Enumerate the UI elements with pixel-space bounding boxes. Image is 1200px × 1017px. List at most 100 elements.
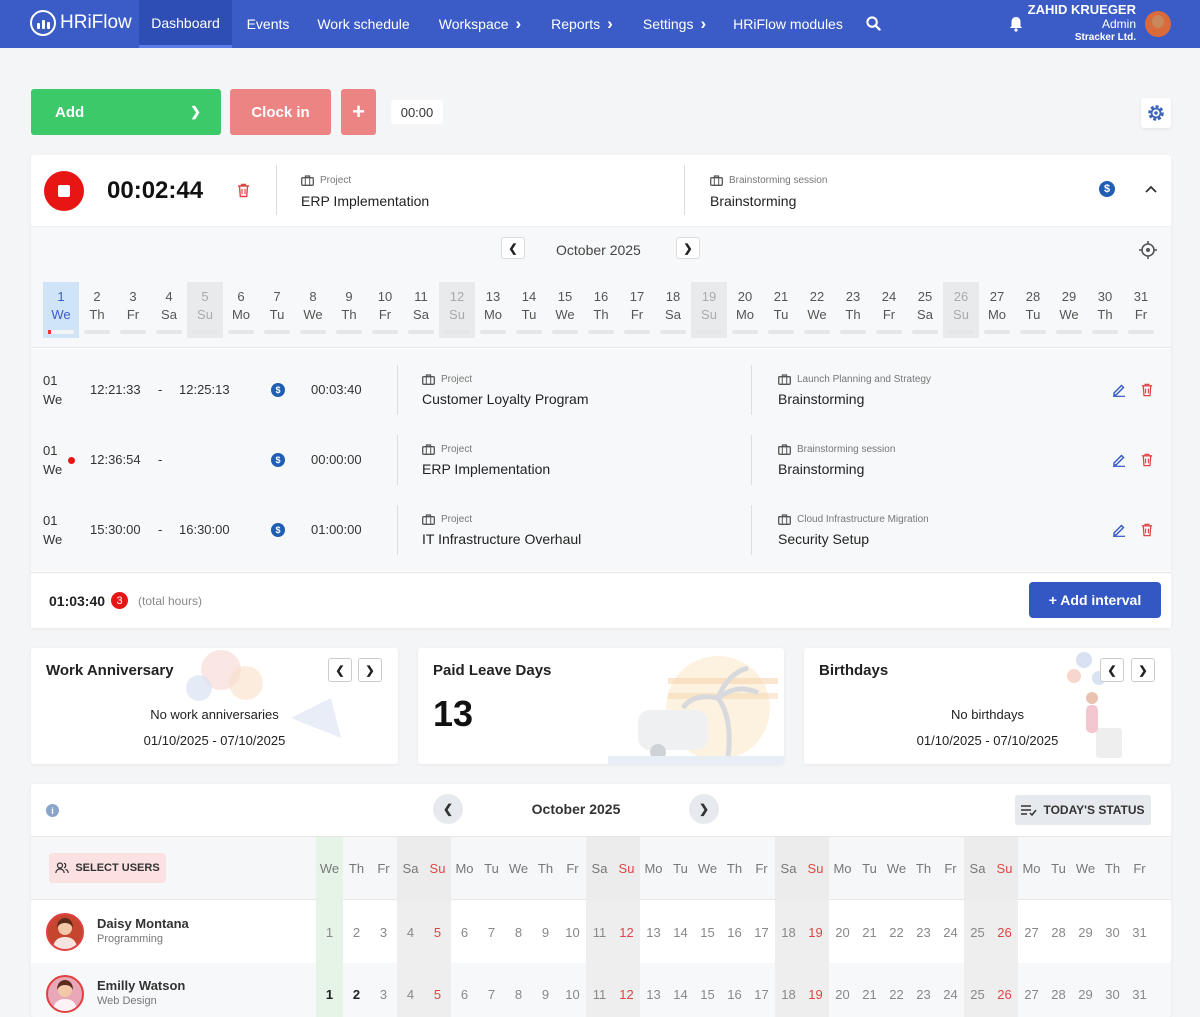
day-cell[interactable]: 25 Sa (907, 282, 943, 338)
team-grid-day-cell[interactable]: 30 (1099, 901, 1126, 963)
team-grid-day-cell[interactable]: 16 (721, 963, 748, 1017)
day-cell[interactable]: 12 Su (439, 282, 475, 338)
billable-icon[interactable]: $ (1099, 181, 1115, 197)
day-cell[interactable]: 24 Fr (871, 282, 907, 338)
team-grid-day-cell[interactable]: 21 (856, 963, 883, 1017)
team-grid-day-cell[interactable]: 13 (640, 901, 667, 963)
team-grid-day-cell[interactable]: 29 (1072, 963, 1099, 1017)
team-grid-day-cell[interactable]: 6 (451, 963, 478, 1017)
team-grid-day-cell[interactable]: 19 (802, 963, 829, 1017)
trash-icon[interactable] (1140, 453, 1154, 467)
team-grid-day-cell[interactable]: 26 (991, 963, 1018, 1017)
nav-item-settings[interactable]: Settings › (628, 0, 721, 48)
day-cell[interactable]: 3 Fr (115, 282, 151, 338)
day-cell[interactable]: 11 Sa (403, 282, 439, 338)
interval-end[interactable]: 12:25:13 (179, 382, 230, 397)
day-cell[interactable]: 1 We (43, 282, 79, 338)
team-grid-day-cell[interactable]: 2 (343, 963, 370, 1017)
day-cell[interactable]: 26 Su (943, 282, 979, 338)
interval-project[interactable]: Project IT Infrastructure Overhaul (422, 514, 581, 547)
team-grid-day-cell[interactable]: 3 (370, 901, 397, 963)
team-grid-day-cell[interactable]: 11 (586, 963, 613, 1017)
interval-project[interactable]: Project Customer Loyalty Program (422, 374, 589, 407)
user-avatar[interactable] (46, 975, 84, 1013)
prev-week-button[interactable]: ❮ (1100, 658, 1124, 682)
day-cell[interactable]: 6 Mo (223, 282, 259, 338)
team-grid-day-cell[interactable]: 25 (964, 963, 991, 1017)
team-grid-day-cell[interactable]: 18 (775, 963, 802, 1017)
team-grid-day-cell[interactable]: 11 (586, 901, 613, 963)
day-cell[interactable]: 4 Sa (151, 282, 187, 338)
team-grid-day-cell[interactable]: 8 (505, 963, 532, 1017)
team-grid-day-cell[interactable]: 10 (559, 901, 586, 963)
edit-icon[interactable] (1112, 383, 1126, 397)
day-cell[interactable]: 30 Th (1087, 282, 1123, 338)
todays-status-button[interactable]: TODAY'S STATUS (1015, 795, 1151, 825)
settings-button[interactable] (1141, 98, 1171, 128)
team-grid-day-cell[interactable]: 23 (910, 901, 937, 963)
day-cell[interactable]: 16 Th (583, 282, 619, 338)
billable-icon[interactable]: $ (271, 523, 285, 537)
team-grid-day-cell[interactable]: 12 (613, 963, 640, 1017)
next-week-button[interactable]: ❯ (358, 658, 382, 682)
interval-project[interactable]: Project ERP Implementation (422, 444, 550, 477)
team-grid-day-cell[interactable]: 27 (1018, 901, 1045, 963)
user-avatar[interactable] (46, 913, 84, 951)
team-grid-day-cell[interactable]: 13 (640, 963, 667, 1017)
day-cell[interactable]: 20 Mo (727, 282, 763, 338)
team-grid-day-cell[interactable]: 14 (667, 901, 694, 963)
interval-task[interactable]: Brainstorming session Brainstorming (778, 444, 895, 477)
team-grid-day-cell[interactable]: 20 (829, 963, 856, 1017)
team-grid-day-cell[interactable]: 9 (532, 963, 559, 1017)
team-grid-day-cell[interactable]: 3 (370, 963, 397, 1017)
prev-month-button[interactable]: ❮ (501, 237, 525, 259)
day-cell[interactable]: 31 Fr (1123, 282, 1159, 338)
team-grid-day-cell[interactable]: 4 (397, 901, 424, 963)
team-grid-day-cell[interactable]: 6 (451, 901, 478, 963)
add-interval-button[interactable]: + Add interval (1029, 582, 1161, 618)
nav-item-events[interactable]: Events (233, 0, 303, 48)
trash-icon[interactable] (237, 183, 250, 198)
interval-end[interactable]: 16:30:00 (179, 522, 230, 537)
nav-item-work-schedule[interactable]: Work schedule (303, 0, 424, 48)
day-cell[interactable]: 29 We (1051, 282, 1087, 338)
team-grid-day-cell[interactable]: 26 (991, 901, 1018, 963)
team-grid-day-cell[interactable]: 24 (937, 901, 964, 963)
plus-button[interactable]: + (341, 89, 376, 135)
team-grid-day-cell[interactable]: 17 (748, 963, 775, 1017)
team-grid-day-cell[interactable]: 16 (721, 901, 748, 963)
team-grid-day-cell[interactable]: 7 (478, 963, 505, 1017)
team-grid-day-cell[interactable]: 29 (1072, 901, 1099, 963)
stop-timer-button[interactable] (44, 171, 84, 211)
next-month-button[interactable]: ❯ (689, 794, 719, 824)
day-cell[interactable]: 7 Tu (259, 282, 295, 338)
team-grid-day-cell[interactable]: 20 (829, 901, 856, 963)
team-grid-day-cell[interactable]: 1 (316, 901, 343, 963)
team-grid-day-cell[interactable]: 27 (1018, 963, 1045, 1017)
team-grid-day-cell[interactable]: 21 (856, 901, 883, 963)
select-users-button[interactable]: SELECT USERS (49, 853, 166, 883)
team-grid-day-cell[interactable]: 5 (424, 963, 451, 1017)
locate-today-icon[interactable] (1139, 241, 1157, 259)
day-cell[interactable]: 13 Mo (475, 282, 511, 338)
edit-icon[interactable] (1112, 453, 1126, 467)
team-grid-day-cell[interactable]: 19 (802, 901, 829, 963)
day-cell[interactable]: 9 Th (331, 282, 367, 338)
prev-week-button[interactable]: ❮ (328, 658, 352, 682)
project-field[interactable]: Project ERP Implementation (301, 175, 429, 209)
chevron-up-icon[interactable] (1145, 185, 1157, 193)
task-field[interactable]: Brainstorming session Brainstorming (710, 175, 827, 209)
nav-item-workspace[interactable]: Workspace › (424, 0, 536, 48)
interval-task[interactable]: Launch Planning and Strategy Brainstormin… (778, 374, 931, 407)
day-cell[interactable]: 28 Tu (1015, 282, 1051, 338)
clock-in-button[interactable]: Clock in (230, 89, 331, 135)
team-grid-day-cell[interactable]: 30 (1099, 963, 1126, 1017)
day-cell[interactable]: 18 Sa (655, 282, 691, 338)
day-cell[interactable]: 23 Th (835, 282, 871, 338)
day-cell[interactable]: 19 Su (691, 282, 727, 338)
interval-start[interactable]: 12:21:33 (90, 382, 141, 397)
team-grid-day-cell[interactable]: 2 (343, 901, 370, 963)
brand-logo[interactable]: HRiFlow (30, 10, 132, 36)
nav-item-reports[interactable]: Reports › (536, 0, 628, 48)
day-cell[interactable]: 8 We (295, 282, 331, 338)
